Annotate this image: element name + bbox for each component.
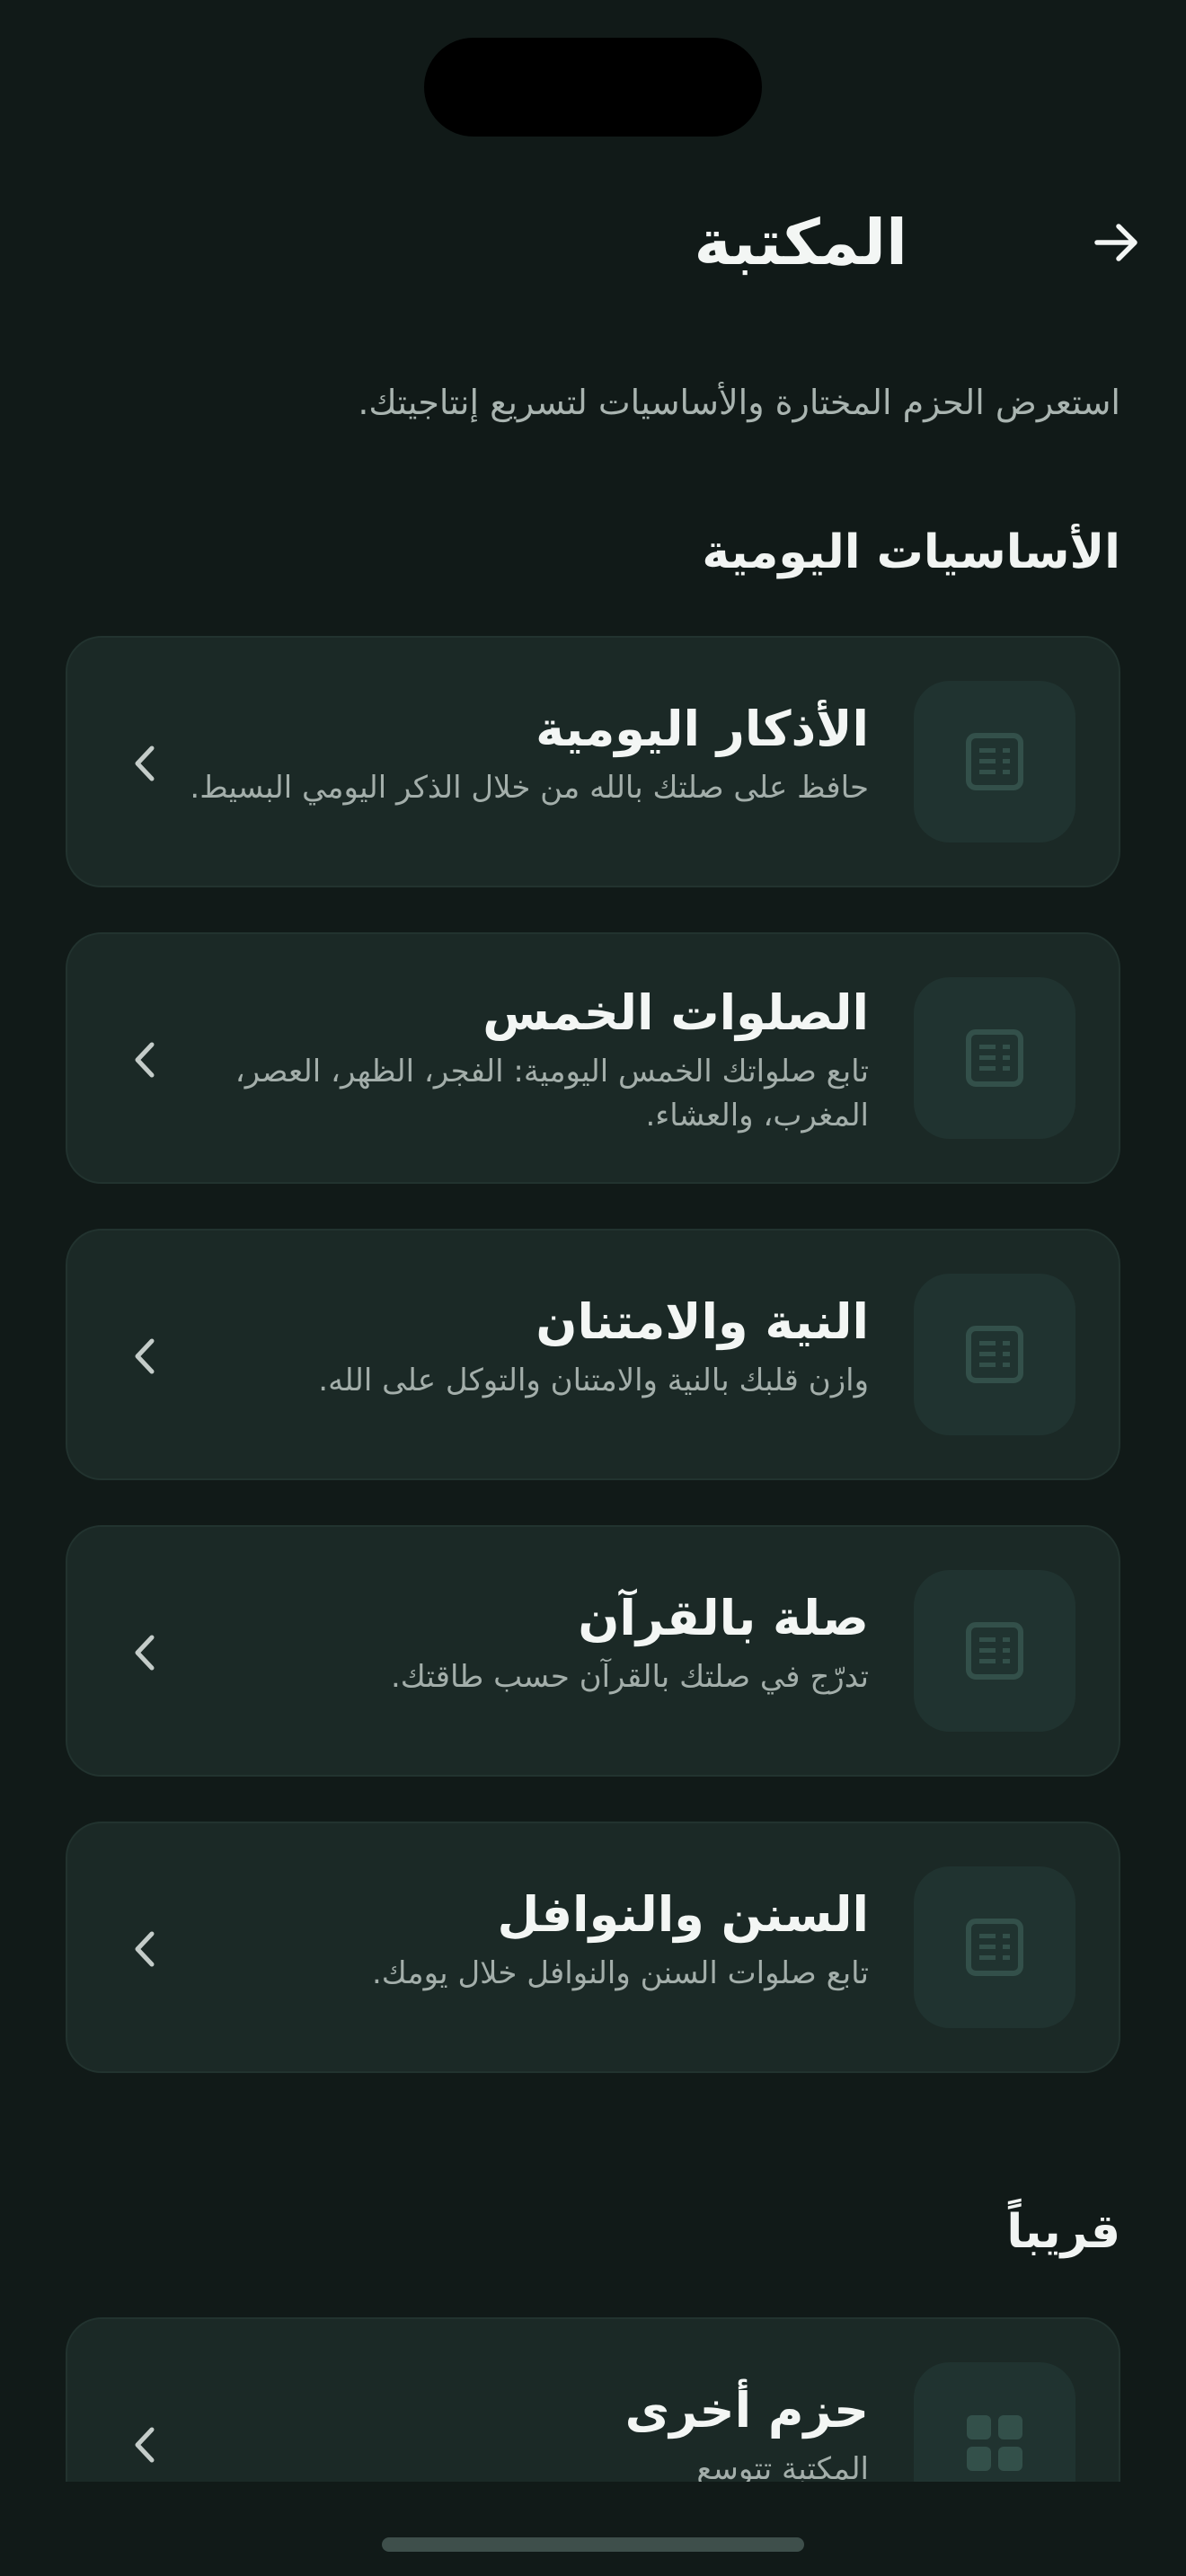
card-title: الأذكار اليومية (535, 701, 869, 757)
page-title: المكتبة (694, 206, 907, 279)
card-icon-box (914, 977, 1075, 1139)
card-title: الصلوات الخمس (482, 984, 869, 1041)
library-card-intention-gratitude[interactable]: النية والامتنان وازن قلبك بالنية والامتن… (66, 1229, 1120, 1480)
card-text: النية والامتنان وازن قلبك بالنية والامتن… (168, 1293, 869, 1403)
list-document-icon (966, 1622, 1023, 1680)
chevron-left-icon (118, 1033, 172, 1087)
back-button[interactable] (1081, 207, 1153, 278)
library-card-five-prayers[interactable]: الصلوات الخمس تابع صلواتك الخمس اليومية:… (66, 932, 1120, 1184)
home-indicator[interactable] (382, 2537, 804, 2552)
arrow-right-icon (1094, 224, 1137, 261)
card-icon-box (914, 1274, 1075, 1435)
card-description: وازن قلبك بالنية والامتنان والتوكل على ا… (318, 1362, 869, 1398)
card-description: تابع صلواتك الخمس اليومية: الفجر، الظهر،… (235, 1053, 869, 1134)
bottom-bar (0, 2482, 1186, 2576)
card-icon-box (914, 681, 1075, 842)
chevron-left-icon (118, 737, 172, 790)
section-heading-soon: قريباً (1006, 2205, 1120, 2259)
dynamic-island (424, 38, 762, 137)
list-document-icon (966, 1919, 1023, 1976)
chevron-left-icon (118, 1626, 172, 1680)
card-title: النية والامتنان (535, 1293, 869, 1350)
chevron-left-icon (118, 2418, 172, 2472)
list-document-icon (966, 1029, 1023, 1087)
card-description: حافظ على صلتك بالله من خلال الذكر اليومي… (190, 769, 869, 806)
card-text: حزم أخرى المكتبة تتوسع (168, 2382, 869, 2492)
library-screen: المكتبة استعرض الحزم المختارة والأساسيات… (0, 0, 1186, 2576)
card-text: الصلوات الخمس تابع صلواتك الخمس اليومية:… (168, 984, 869, 1138)
library-card-quran[interactable]: صلة بالقرآن تدرّج في صلتك بالقرآن حسب طا… (66, 1525, 1120, 1777)
library-card-sunan-nawafil[interactable]: السنن والنوافل تابع صلوات السنن والنوافل… (66, 1822, 1120, 2073)
header: المكتبة (66, 189, 1137, 296)
library-card-daily-adhkar[interactable]: الأذكار اليومية حافظ على صلتك بالله من خ… (66, 636, 1120, 887)
card-icon-box (914, 1866, 1075, 2028)
card-text: السنن والنوافل تابع صلوات السنن والنوافل… (168, 1886, 869, 1996)
section-heading-daily: الأساسيات اليومية (702, 525, 1120, 579)
chevron-left-icon (118, 1329, 172, 1383)
grid-icon (967, 2415, 1022, 2471)
list-document-icon (966, 733, 1023, 790)
card-title: حزم أخرى (624, 2382, 869, 2439)
card-description: تابع صلوات السنن والنوافل خلال يومك. (371, 1954, 869, 1991)
card-icon-box (914, 1570, 1075, 1732)
card-title: السنن والنوافل (497, 1886, 870, 1943)
card-text: الأذكار اليومية حافظ على صلتك بالله من خ… (168, 701, 869, 810)
list-document-icon (966, 1326, 1023, 1383)
card-title: صلة بالقرآن (578, 1590, 869, 1646)
card-text: صلة بالقرآن تدرّج في صلتك بالقرآن حسب طا… (168, 1590, 869, 1699)
chevron-left-icon (118, 1922, 172, 1976)
card-description: تدرّج في صلتك بالقرآن حسب طاقتك. (390, 1658, 869, 1695)
page-subtitle: استعرض الحزم المختارة والأساسيات لتسريع … (358, 383, 1120, 422)
